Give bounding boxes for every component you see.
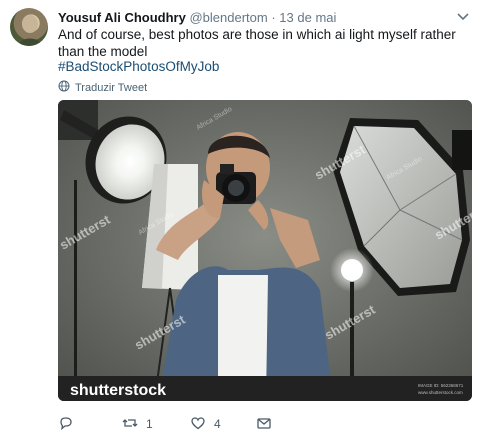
translate-tweet[interactable]: Traduzir Tweet bbox=[58, 80, 147, 95]
author-name[interactable]: Yousuf Ali Choudhry bbox=[58, 10, 186, 25]
tweet-text: And of course, best photos are those in … bbox=[58, 27, 456, 59]
shutterstock-logo: shutterstock bbox=[70, 382, 166, 399]
author-handle[interactable]: @blendertom bbox=[189, 10, 267, 25]
avatar[interactable] bbox=[10, 8, 48, 46]
image-id: IMAGE ID: 562368671 bbox=[418, 383, 464, 388]
globe-icon bbox=[58, 80, 70, 95]
envelope-icon bbox=[256, 415, 272, 434]
separator: · bbox=[271, 10, 276, 25]
like-button[interactable]: 4 bbox=[190, 415, 256, 434]
reply-button[interactable] bbox=[58, 415, 122, 434]
tweet-actions: 1 4 bbox=[58, 414, 358, 434]
reply-icon bbox=[58, 415, 74, 434]
like-count: 4 bbox=[214, 417, 221, 431]
hashtag-link[interactable]: #BadStockPhotosOfMyJob bbox=[58, 59, 219, 74]
retweet-count: 1 bbox=[146, 417, 153, 431]
direct-message-button[interactable] bbox=[256, 415, 272, 434]
translate-label: Traduzir Tweet bbox=[75, 81, 148, 94]
image-site: www.shutterstock.com bbox=[418, 390, 463, 395]
tweet-date[interactable]: 13 de mai bbox=[279, 10, 336, 25]
heart-icon bbox=[190, 415, 206, 434]
tweet: Yousuf Ali Choudhry @blendertom · 13 de … bbox=[0, 0, 482, 440]
chevron-down-icon[interactable] bbox=[456, 10, 470, 24]
tweet-header: Yousuf Ali Choudhry @blendertom · 13 de … bbox=[58, 10, 336, 25]
retweet-icon bbox=[122, 415, 138, 434]
retweet-button[interactable]: 1 bbox=[122, 415, 190, 434]
tweet-photo[interactable]: shutterst shutterst shutterst shutterst … bbox=[58, 100, 472, 401]
